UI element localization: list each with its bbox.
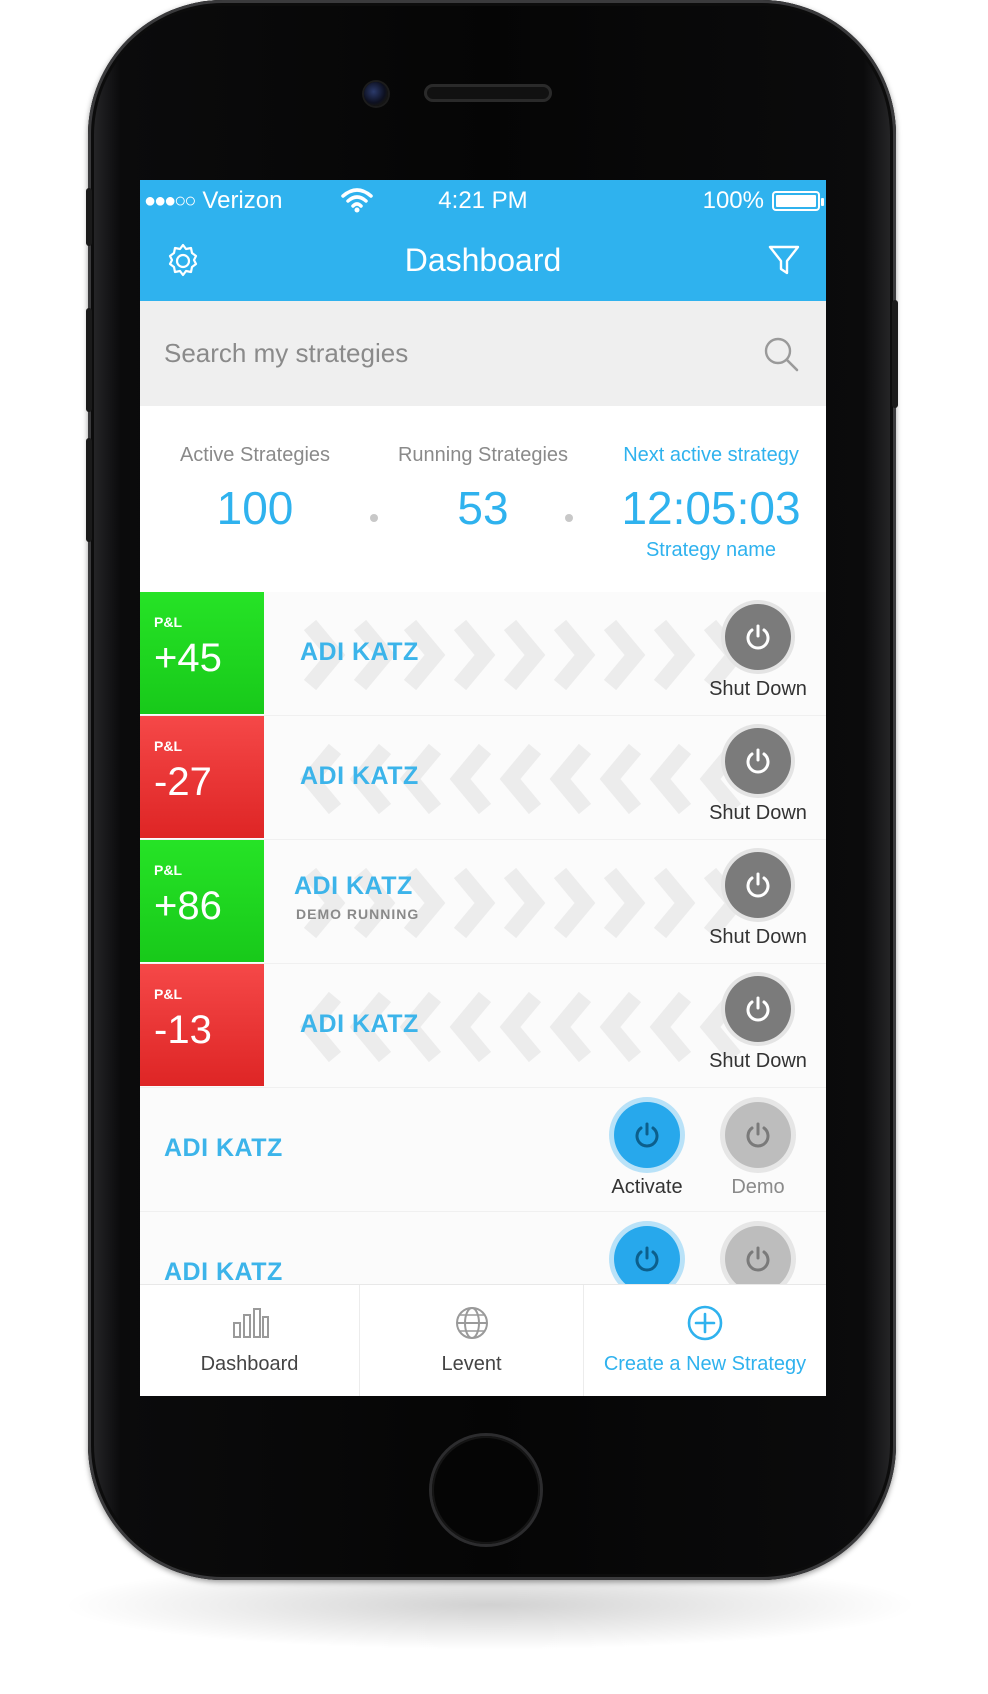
power-icon — [725, 1226, 791, 1292]
strategy-row[interactable]: P&L -27 ADI KATZ Shut Down — [140, 716, 826, 840]
pl-badge: P&L -27 — [140, 716, 264, 838]
strategy-list: P&L +45 ADI KATZ Shut Down P&L -27 ADI K… — [140, 592, 826, 1336]
stat-value: 12:05:03 — [621, 482, 801, 534]
tab-label: Levent — [441, 1353, 502, 1375]
strategy-name: ADI KATZ — [300, 1010, 419, 1038]
pl-label: P&L — [154, 614, 182, 630]
stat-active-strategies: Active Strategies 100 — [140, 444, 370, 535]
strategy-name: ADI KATZ — [294, 872, 413, 900]
stat-label: Active Strategies — [179, 444, 331, 466]
shut-down-button[interactable]: Shut Down — [703, 728, 813, 825]
mute-switch — [86, 188, 92, 246]
activate-label: Activate — [611, 1176, 683, 1198]
app-screen: ●●●○○ Verizon 4:21 PM 100% Dashboard Sea… — [140, 180, 826, 1396]
shut-down-label: Shut Down — [709, 802, 807, 824]
strategy-row[interactable]: ADI KATZ Activate Demo — [140, 1088, 826, 1212]
power-icon — [614, 1102, 680, 1168]
page-title: Dashboard — [404, 242, 562, 278]
filter-icon[interactable] — [766, 242, 802, 278]
stat-value: 53 — [457, 482, 509, 534]
separator-dot — [565, 514, 573, 522]
tab-bar: Dashboard Levent Create a New Strategy — [140, 1284, 826, 1396]
pl-value: +86 — [154, 884, 222, 928]
status-right: 100% — [702, 180, 824, 222]
power-icon — [725, 1102, 791, 1168]
search-icon[interactable] — [762, 335, 800, 373]
tab-dashboard[interactable]: Dashboard — [140, 1285, 360, 1396]
search-input[interactable] — [164, 329, 724, 377]
strategy-row[interactable]: P&L +45 ADI KATZ Shut Down — [140, 592, 826, 716]
shut-down-label: Shut Down — [709, 678, 807, 700]
status-bar: ●●●○○ Verizon 4:21 PM 100% — [140, 180, 826, 222]
pl-label: P&L — [154, 862, 182, 878]
power-icon — [725, 976, 791, 1042]
stat-running-strategies: Running Strategies 53 — [368, 444, 598, 535]
battery-percent: 100% — [702, 187, 764, 214]
power-icon — [725, 852, 791, 918]
volume-down-button — [86, 438, 92, 542]
tab-label: Create a New Strategy — [603, 1353, 807, 1375]
power-icon — [725, 604, 791, 670]
demo-button[interactable] — [703, 1226, 813, 1292]
activate-button[interactable]: Activate — [592, 1102, 702, 1199]
pl-value: +45 — [154, 636, 222, 680]
battery-icon — [772, 191, 824, 211]
pl-value: -13 — [154, 1008, 212, 1052]
stat-next-active-strategy[interactable]: Next active strategy 12:05:03 Strategy n… — [596, 444, 826, 562]
pl-value: -27 — [154, 760, 212, 804]
strategy-status: DEMO RUNNING — [296, 906, 420, 922]
activate-button[interactable] — [592, 1226, 702, 1292]
strategy-name: ADI KATZ — [300, 762, 419, 790]
demo-button[interactable]: Demo — [703, 1102, 813, 1199]
tab-levent[interactable]: Levent — [360, 1285, 584, 1396]
shut-down-button[interactable]: Shut Down — [703, 976, 813, 1073]
power-side-button — [892, 300, 898, 408]
power-icon — [614, 1226, 680, 1292]
shut-down-button[interactable]: Shut Down — [703, 604, 813, 701]
tab-label: Dashboard — [200, 1353, 299, 1375]
plus-circle-icon — [687, 1305, 723, 1341]
pl-label: P&L — [154, 986, 182, 1002]
bar-chart-icon — [232, 1308, 269, 1338]
shut-down-label: Shut Down — [709, 926, 807, 948]
strategy-name: ADI KATZ — [164, 1258, 283, 1286]
power-icon — [725, 728, 791, 794]
shut-down-button[interactable]: Shut Down — [703, 852, 813, 949]
stat-label: Next active strategy — [623, 444, 799, 466]
stat-label: Running Strategies — [397, 444, 569, 466]
shut-down-label: Shut Down — [709, 1050, 807, 1072]
tab-create-new-strategy[interactable]: Create a New Strategy — [584, 1285, 826, 1396]
nav-bar: Dashboard — [140, 222, 826, 301]
demo-label: Demo — [731, 1176, 785, 1198]
strategy-row[interactable]: P&L +86 ADI KATZ DEMO RUNNING Shut Down — [140, 840, 826, 964]
volume-up-button — [86, 308, 92, 412]
strategy-name: ADI KATZ — [164, 1134, 283, 1162]
battery-level — [776, 195, 816, 207]
pl-badge: P&L +45 — [140, 592, 264, 714]
stats-summary: Active Strategies 100 Running Strategies… — [140, 406, 826, 592]
strategy-row[interactable]: P&L -13 ADI KATZ Shut Down — [140, 964, 826, 1088]
home-button[interactable] — [432, 1436, 540, 1544]
strategy-name-link[interactable]: Strategy name — [596, 539, 826, 562]
front-camera — [364, 82, 388, 106]
globe-icon — [455, 1307, 488, 1339]
pl-label: P&L — [154, 738, 182, 754]
pl-badge: P&L -13 — [140, 964, 264, 1086]
strategy-name: ADI KATZ — [300, 638, 419, 666]
earpiece-speaker — [424, 84, 552, 102]
stat-value: 100 — [216, 482, 294, 534]
search-bar — [140, 301, 826, 406]
pl-badge: P&L +86 — [140, 840, 264, 962]
